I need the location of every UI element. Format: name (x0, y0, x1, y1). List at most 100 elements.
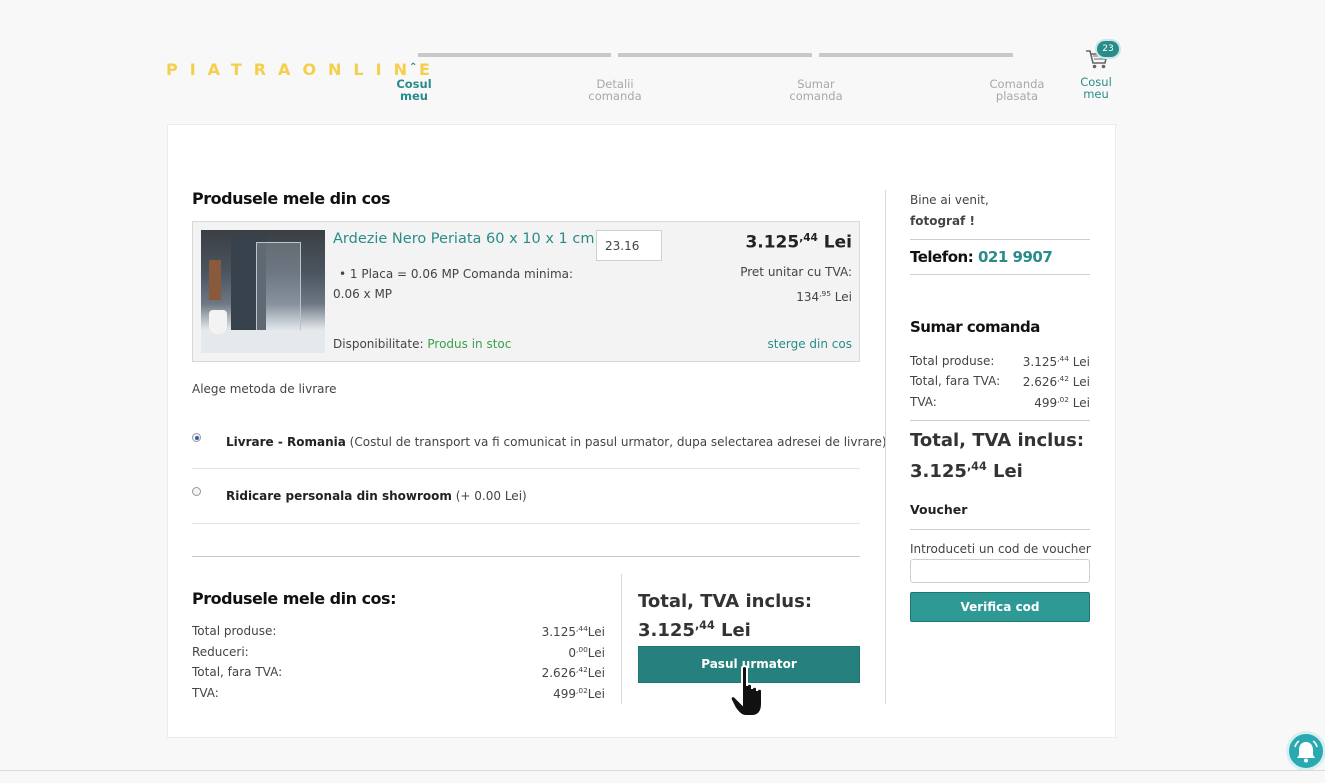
value-dec: ,42 (1057, 374, 1069, 383)
shipping-option-name: Livrare - Romania (226, 435, 346, 449)
cart-label-line2: meu (1083, 87, 1109, 101)
value-dec: ,02 (575, 686, 588, 695)
summary-row-tva: TVA: 499,02Lei (192, 686, 605, 701)
product-total-price: 3.125,44 Lei (700, 232, 852, 253)
unit-price-currency: Lei (834, 290, 852, 304)
step-detalii-comanda: Detalii comanda (580, 78, 650, 102)
unit-price-dec: ,95 (819, 289, 831, 298)
value-dec: ,00 (575, 645, 588, 654)
remove-from-cart-link[interactable]: sterge din cos (740, 337, 852, 351)
step-label-line2: meu (400, 89, 428, 103)
step-cosul-meu[interactable]: Cosul meu (379, 78, 449, 102)
order-summary-title: Sumar comanda (910, 318, 1040, 336)
step-sumar-comanda: Sumar comanda (781, 78, 851, 102)
hand-pointer-cursor-icon (729, 665, 763, 717)
step-comanda-plasata: Comanda plasata (982, 78, 1052, 102)
value-currency: Lei (587, 625, 605, 639)
summary-row-label: Total produse: (192, 624, 277, 638)
product-name-link[interactable]: Ardezie Nero Periata 60 x 10 x 1 cm (333, 231, 594, 247)
phone-number-link[interactable]: 021 9907 (978, 248, 1053, 266)
step-label-line2: comanda (588, 89, 642, 103)
voucher-title: Voucher (910, 502, 968, 517)
verify-voucher-button[interactable]: Verifica cod (910, 592, 1090, 622)
divider (910, 420, 1090, 421)
summary-row-value: 2.626,42Lei (542, 665, 605, 680)
total-label: Total, TVA inclus: (638, 591, 813, 612)
total-int: 3.125 (638, 620, 695, 641)
step-label-line2: plasata (995, 89, 1039, 103)
total-int: 3.125 (910, 461, 967, 482)
shipping-option-detail: (Costul de transport va fi comunicat in … (349, 435, 887, 449)
divider (910, 274, 1090, 275)
value-int: 499 (1034, 396, 1058, 410)
sidebar-divider (885, 190, 886, 704)
value-int: 0 (568, 646, 576, 660)
value-currency: Lei (1072, 375, 1090, 389)
unit-price-label: Pret unitar cu TVA: (740, 265, 852, 279)
summary-row-label: Total, fara TVA: (192, 665, 283, 679)
footer-divider (0, 770, 1325, 771)
vertical-divider (621, 574, 622, 704)
unit-price-int: 134 (796, 290, 820, 304)
divider (192, 523, 860, 524)
voucher-label: Introduceti un cod de voucher (910, 542, 1091, 556)
divider (910, 239, 1090, 240)
shipping-option-name: Ridicare personala din showroom (226, 489, 452, 503)
sidebar-row-label: TVA: (910, 395, 937, 409)
summary-row-value: 0,00Lei (568, 645, 605, 660)
shipping-option-detail: (+ 0.00 Lei) (455, 489, 527, 503)
bottom-total: Total, TVA inclus: 3.125,44 Lei (638, 590, 812, 643)
sidebar-row-value: 499,02 Lei (1034, 395, 1090, 410)
sidebar-row-value: 2.626,42 Lei (1023, 374, 1090, 389)
shipping-method-title: Alege metoda de livrare (192, 382, 337, 396)
shipping-option-livrare[interactable]: Livrare - Romania (Costul de transport v… (226, 435, 887, 449)
cart-count-badge: 23 (1097, 41, 1119, 57)
unit-price: Pret unitar cu TVA: 134,95 Lei (700, 262, 852, 308)
progress-bar-step-2 (618, 53, 812, 57)
value-int: 2.626 (1022, 375, 1058, 389)
value-dec: ,02 (1057, 395, 1069, 404)
product-description: • 1 Placa = 0.06 MP Comanda minima: 0.06… (333, 267, 574, 301)
divider (192, 468, 860, 469)
quantity-input[interactable] (596, 230, 662, 261)
total-currency: Lei (720, 620, 751, 641)
sidebar-row-value: 3.125,44 Lei (1023, 354, 1090, 369)
summary-row-label: TVA: (192, 686, 219, 700)
price-currency: Lei (823, 232, 852, 253)
shipping-option-ridicare[interactable]: Ridicare personala din showroom (+ 0.00 … (226, 489, 527, 503)
availability-status: Produs in stoc (427, 337, 512, 351)
step-label-line2: comanda (789, 89, 843, 103)
product-description-text: 1 Placa = 0.06 MP Comanda minima: 0.06 x… (333, 267, 574, 301)
summary-row-reduceri: Reduceri: 0,00Lei (192, 645, 605, 660)
sidebar-total: Total, TVA inclus: 3.125,44 Lei (910, 428, 1084, 485)
value-currency: Lei (587, 646, 605, 660)
availability-label: Disponibilitate: (333, 337, 424, 351)
shipping-radio-livrare[interactable] (192, 433, 201, 442)
value-currency: Lei (1072, 396, 1090, 410)
cart-link[interactable]: Cosul meu (1073, 76, 1119, 100)
phone-label: Telefon: (910, 248, 974, 266)
divider (192, 556, 860, 557)
sidebar-row-tva: TVA: 499,02 Lei (910, 395, 1090, 410)
shipping-radio-ridicare[interactable] (192, 487, 201, 496)
phone: Telefon: 021 9907 (910, 248, 1053, 266)
product-image[interactable] (201, 230, 325, 353)
notification-bell-button[interactable] (1286, 731, 1325, 771)
price-int: 3.125 (745, 232, 800, 253)
availability: Disponibilitate: Produs in stoc (333, 337, 511, 351)
sidebar-row-label: Total, fara TVA: (910, 374, 1001, 388)
sidebar-row-label: Total produse: (910, 354, 995, 368)
summary-row-total-produse: Total produse: 3.125,44Lei (192, 624, 605, 639)
total-dec: ,44 (694, 619, 715, 632)
voucher-input[interactable] (910, 559, 1090, 583)
value-int: 3.125 (541, 625, 576, 639)
value-int: 2.626 (541, 666, 576, 680)
value-currency: Lei (587, 687, 605, 701)
sidebar-row-fara-tva: Total, fara TVA: 2.626,42 Lei (910, 374, 1090, 389)
user-name-link[interactable]: fotograf ! (910, 214, 975, 228)
bottom-summary-title: Produsele mele din cos: (192, 589, 396, 608)
summary-row-fara-tva: Total, fara TVA: 2.626,42Lei (192, 665, 605, 680)
divider (910, 529, 1090, 530)
total-dec: ,44 (966, 460, 987, 473)
value-int: 3.125 (1022, 355, 1058, 369)
